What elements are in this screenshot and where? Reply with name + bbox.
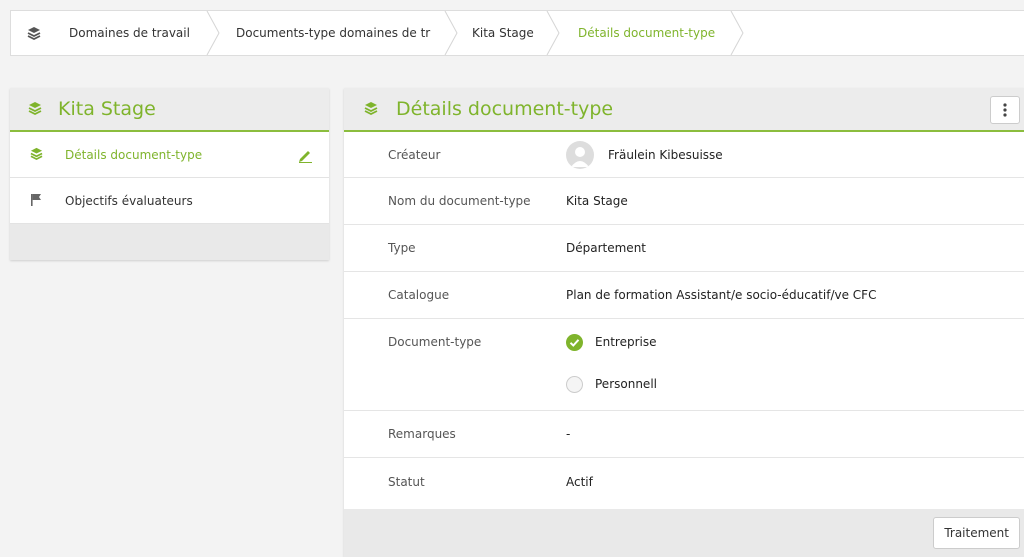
breadcrumb-item-documents-type[interactable]: Documents-type domaines de tr — [236, 11, 435, 55]
breadcrumb-separator — [546, 11, 560, 55]
pencil-icon[interactable] — [297, 147, 313, 166]
breadcrumb-separator — [206, 11, 220, 55]
breadcrumb-item-details[interactable]: Détails document-type — [578, 11, 728, 55]
sidebar-footer — [10, 224, 329, 260]
layers-icon — [364, 101, 378, 118]
row-name: Nom du document-type Kita Stage — [344, 178, 1024, 225]
radio-label: Entreprise — [595, 335, 657, 349]
flag-icon — [30, 193, 43, 209]
layers-icon — [28, 101, 42, 118]
sidebar-item-details[interactable]: Détails document-type — [10, 132, 329, 178]
row-key: Créateur — [388, 147, 441, 162]
row-key: Catalogue — [388, 288, 450, 302]
home-layers-icon[interactable] — [11, 11, 57, 55]
breadcrumb-item-kita-stage[interactable]: Kita Stage — [472, 11, 542, 55]
radio-entreprise[interactable]: Entreprise — [566, 319, 1024, 365]
sidebar-header: Kita Stage — [10, 88, 329, 132]
row-value: Entreprise Personnell — [566, 319, 1024, 410]
avatar[interactable] — [566, 140, 594, 169]
breadcrumb-separator — [730, 11, 744, 55]
breadcrumb-separator — [444, 11, 458, 55]
layers-icon — [30, 147, 43, 163]
more-menu-button[interactable] — [990, 96, 1020, 124]
sidebar-title: Kita Stage — [58, 98, 156, 120]
row-key: Remarques — [388, 427, 456, 441]
breadcrumb-item-domaines[interactable]: Domaines de travail — [69, 11, 204, 55]
row-value: Plan de formation Assistant/e socio-éduc… — [566, 288, 877, 302]
row-catalogue: Catalogue Plan de formation Assistant/e … — [344, 272, 1024, 319]
row-value: Fräulein Kibesuisse — [566, 140, 1024, 169]
details-header: Détails document-type — [344, 88, 1024, 132]
sidebar-item-objectifs[interactable]: Objectifs évaluateurs — [10, 178, 329, 224]
details-footer: Traitement — [344, 509, 1024, 557]
details-title: Détails document-type — [396, 98, 614, 120]
details-panel: Détails document-type Créateur Fräulein … — [344, 88, 1024, 557]
row-value: Kita Stage — [566, 194, 628, 208]
check-circle-icon — [566, 333, 583, 351]
row-key: Type — [388, 241, 416, 255]
row-remarks: Remarques - — [344, 411, 1024, 458]
radio-personnell[interactable]: Personnell — [566, 361, 1024, 407]
sidebar-item-label: Objectifs évaluateurs — [65, 193, 193, 208]
sidebar-item-label: Détails document-type — [65, 147, 203, 162]
radio-label: Personnell — [595, 377, 657, 391]
breadcrumb: Domaines de travail Documents-type domai… — [10, 10, 1024, 56]
row-type: Type Département — [344, 225, 1024, 272]
creator-name: Fräulein Kibesuisse — [608, 147, 723, 162]
vertical-dots-icon — [1003, 103, 1007, 117]
sidebar-panel: Kita Stage Détails document-type Objecti… — [10, 88, 329, 260]
row-status: Statut Actif — [344, 458, 1024, 505]
row-creator: Créateur Fräulein Kibesuisse — [344, 132, 1024, 178]
row-key: Nom du document-type — [388, 194, 531, 208]
traitement-button[interactable]: Traitement — [933, 517, 1020, 549]
row-key: Document-type — [388, 335, 482, 349]
row-key: Statut — [388, 474, 425, 489]
row-value: - — [566, 427, 571, 441]
radio-circle-icon — [566, 375, 583, 393]
row-value: Département — [566, 241, 646, 255]
row-doctype: Document-type Entreprise Personnell — [344, 319, 1024, 411]
row-value: Actif — [566, 474, 593, 489]
